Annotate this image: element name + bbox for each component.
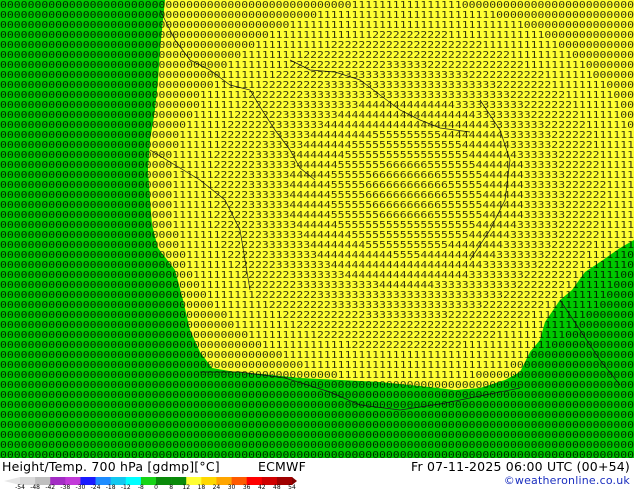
credit-link[interactable]: ©weatheronline.co.uk: [504, 474, 630, 487]
colorbar-tick-label: -12: [120, 484, 131, 491]
colorbar-tick-label: -18: [105, 484, 116, 491]
map-title: Height/Temp. 700 hPa [gdmp][°C]: [2, 459, 220, 474]
colorbar-tick-label: -48: [30, 484, 41, 491]
colorbar-tick-label: -38: [60, 484, 71, 491]
model-label: ECMWF: [258, 459, 306, 474]
colorbar-tick-label: -54: [15, 484, 25, 491]
colorbar-tick-label: 18: [197, 484, 206, 491]
contour-digit-field: 0000000000000000000000000000000000000000…: [0, 0, 634, 458]
colorbar-tick-label: 30: [227, 484, 236, 491]
footer-bar: Height/Temp. 700 hPa [gdmp][°C] ECMWF Fr…: [0, 458, 634, 491]
colorbar-tick-label: 24: [212, 484, 221, 491]
colorbar-tick-label: 54: [288, 484, 296, 491]
colorbar-tick-label: 36: [242, 484, 251, 491]
map-area: 0000000000000000000000000000000000000000…: [0, 0, 634, 458]
colorbar-tick-label: -30: [75, 484, 86, 491]
colorbar-tick-label: 42: [257, 484, 266, 491]
svg-text:000000000000000000000000000000: 0000000000000000000000000000000000000000…: [0, 450, 634, 458]
valid-time: Fr 07-11-2025 06:00 UTC (00+54): [411, 459, 630, 474]
colorbar-tick-label: -42: [45, 484, 56, 491]
colorbar-tick-label: 0: [154, 484, 158, 491]
colorbar-tick-label: 48: [273, 484, 281, 491]
colorbar-tick-label: -8: [137, 484, 144, 491]
colorbar-tick-label: 8: [169, 484, 174, 491]
colorbar-tick-label: 12: [182, 484, 191, 491]
colorbar-tick-label: -24: [90, 484, 101, 491]
